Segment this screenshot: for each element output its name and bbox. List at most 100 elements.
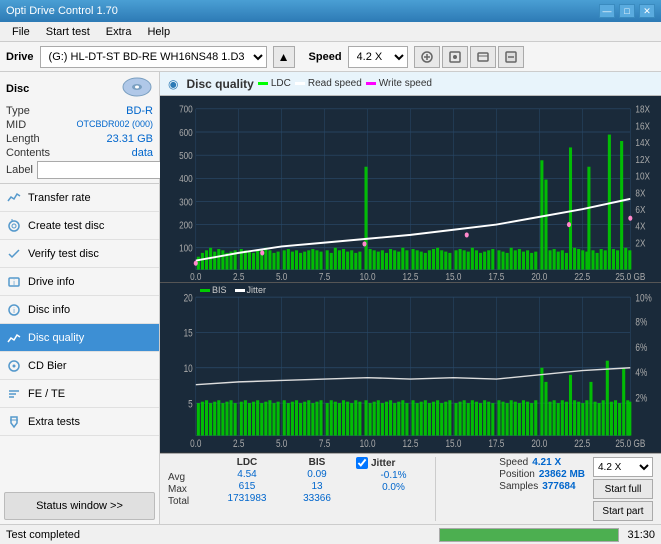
speed-select[interactable]: 4.2 X (348, 46, 408, 68)
svg-text:15: 15 (184, 328, 194, 341)
speed-group: Speed 4.21 X Position 23862 MB Samples 3… (499, 457, 585, 492)
nav-label-cd-bier: CD Bier (28, 360, 67, 372)
chart-header-icon: ◉ (168, 77, 178, 91)
menu-file[interactable]: File (4, 24, 38, 40)
menu-extra[interactable]: Extra (98, 24, 140, 40)
position-stat-label: Position (499, 469, 535, 480)
chart-header: ◉ Disc quality LDC Read speed Write spee… (160, 72, 661, 96)
sidebar-item-disc-info[interactable]: i Disc info (0, 296, 159, 324)
svg-text:17.5: 17.5 (488, 438, 504, 451)
speed-stat-label: Speed (499, 457, 528, 468)
sidebar-item-disc-quality[interactable]: Disc quality (0, 324, 159, 352)
svg-text:12X: 12X (635, 154, 650, 165)
svg-text:8%: 8% (635, 317, 647, 330)
svg-text:17.5: 17.5 (488, 271, 504, 282)
svg-text:2X: 2X (635, 238, 645, 249)
jitter-checkbox[interactable] (356, 457, 368, 469)
cd-bier-icon (6, 358, 22, 374)
svg-text:15.0: 15.0 (445, 438, 461, 451)
verify-test-disc-icon (6, 246, 22, 262)
speed-btn-1[interactable] (414, 46, 440, 68)
legend-write-speed: Write speed (366, 78, 432, 89)
svg-text:10: 10 (184, 363, 194, 376)
svg-text:0.0: 0.0 (190, 438, 202, 451)
start-full-button[interactable]: Start full (593, 479, 653, 499)
max-ldc: 615 (212, 481, 282, 492)
drive-eject-button[interactable]: ▲ (273, 46, 295, 68)
nav-label-create-test-disc: Create test disc (28, 220, 104, 232)
nav-label-extra-tests: Extra tests (28, 416, 80, 428)
disc-info-icon: i (6, 302, 22, 318)
label-input[interactable] (37, 161, 175, 179)
chart-title: Disc quality (186, 77, 253, 91)
jitter-header: Jitter (371, 458, 395, 469)
sidebar-item-extra-tests[interactable]: Extra tests (0, 408, 159, 436)
avg-jitter: -0.1% (356, 470, 431, 481)
svg-text:200: 200 (179, 220, 193, 231)
sidebar-item-transfer-rate[interactable]: Transfer rate (0, 184, 159, 212)
drive-select[interactable]: (G:) HL-DT-ST BD-RE WH16NS48 1.D3 (40, 46, 267, 68)
nav-label-verify-test-disc: Verify test disc (28, 248, 99, 260)
svg-text:i: i (13, 308, 15, 315)
app-title: Opti Drive Control 1.70 (6, 5, 118, 17)
svg-text:500: 500 (179, 150, 193, 161)
sidebar-item-drive-info[interactable]: i Drive info (0, 268, 159, 296)
disc-panel: Disc Type BD-R MID OTCBDR002 (000) Leng (0, 72, 159, 184)
svg-text:300: 300 (179, 196, 193, 207)
svg-text:7.5: 7.5 (319, 438, 331, 451)
bis-header: BIS (282, 457, 352, 468)
label-label: Label (6, 164, 33, 176)
menu-start-test[interactable]: Start test (38, 24, 98, 40)
total-label: Total (168, 496, 208, 507)
sidebar-item-fe-te[interactable]: FE / TE (0, 380, 159, 408)
legend-ldc-color (258, 82, 268, 85)
samples-stat-label: Samples (499, 481, 538, 492)
svg-text:8X: 8X (635, 187, 645, 198)
svg-text:25.0 GB: 25.0 GB (615, 438, 645, 451)
nav-label-disc-info: Disc info (28, 304, 70, 316)
svg-text:12.5: 12.5 (403, 271, 419, 282)
minimize-button[interactable]: — (599, 4, 615, 18)
svg-text:4X: 4X (635, 221, 645, 232)
svg-text:22.5: 22.5 (574, 271, 590, 282)
start-part-button[interactable]: Start part (593, 501, 653, 521)
titlebar: Opti Drive Control 1.70 — □ ✕ (0, 0, 661, 22)
lower-chart: BIS Jitter (160, 283, 661, 453)
svg-text:0.0: 0.0 (190, 271, 201, 282)
svg-text:5.0: 5.0 (276, 438, 288, 451)
svg-text:20: 20 (184, 293, 194, 306)
svg-text:2.5: 2.5 (233, 271, 244, 282)
sidebar-item-verify-test-disc[interactable]: Verify test disc (0, 240, 159, 268)
svg-text:5.0: 5.0 (276, 271, 287, 282)
bis-legend-label: BIS (212, 285, 227, 295)
sidebar-item-cd-bier[interactable]: CD Bier (0, 352, 159, 380)
sidebar-item-create-test-disc[interactable]: Create test disc (0, 212, 159, 240)
svg-text:20.0: 20.0 (531, 271, 547, 282)
lower-chart-svg: 20 15 10 5 10% 8% 6% 4% 2% 0.0 2.5 5.0 7… (160, 283, 661, 453)
status-time: 31:30 (627, 529, 655, 541)
disc-panel-title: Disc (6, 83, 29, 95)
close-button[interactable]: ✕ (639, 4, 655, 18)
svg-text:10X: 10X (635, 171, 650, 182)
ldc-header: LDC (212, 457, 282, 468)
speed-btn-2[interactable] (442, 46, 468, 68)
chart-speed-dropdown[interactable]: 4.2 X (593, 457, 653, 477)
mid-value: OTCBDR002 (000) (76, 119, 153, 131)
total-bis: 33366 (282, 493, 352, 504)
status-window-button[interactable]: Status window >> (4, 492, 155, 520)
stats-divider (435, 457, 436, 521)
svg-text:18X: 18X (635, 104, 650, 115)
maximize-button[interactable]: □ (619, 4, 635, 18)
legend-ldc: LDC (258, 78, 291, 89)
speed-btn-3[interactable] (470, 46, 496, 68)
status-text: Test completed (6, 529, 431, 541)
svg-text:16X: 16X (635, 121, 650, 132)
svg-text:400: 400 (179, 173, 193, 184)
upper-chart-svg: 700 600 500 400 300 200 100 18X 16X 14X … (160, 96, 661, 282)
right-stats: Speed 4.21 X Position 23862 MB Samples 3… (499, 457, 653, 521)
svg-text:2%: 2% (635, 393, 647, 406)
menu-help[interactable]: Help (139, 24, 178, 40)
progress-bar-container (439, 528, 619, 542)
speed-btn-4[interactable] (498, 46, 524, 68)
samples-stat-value: 377684 (542, 481, 575, 492)
